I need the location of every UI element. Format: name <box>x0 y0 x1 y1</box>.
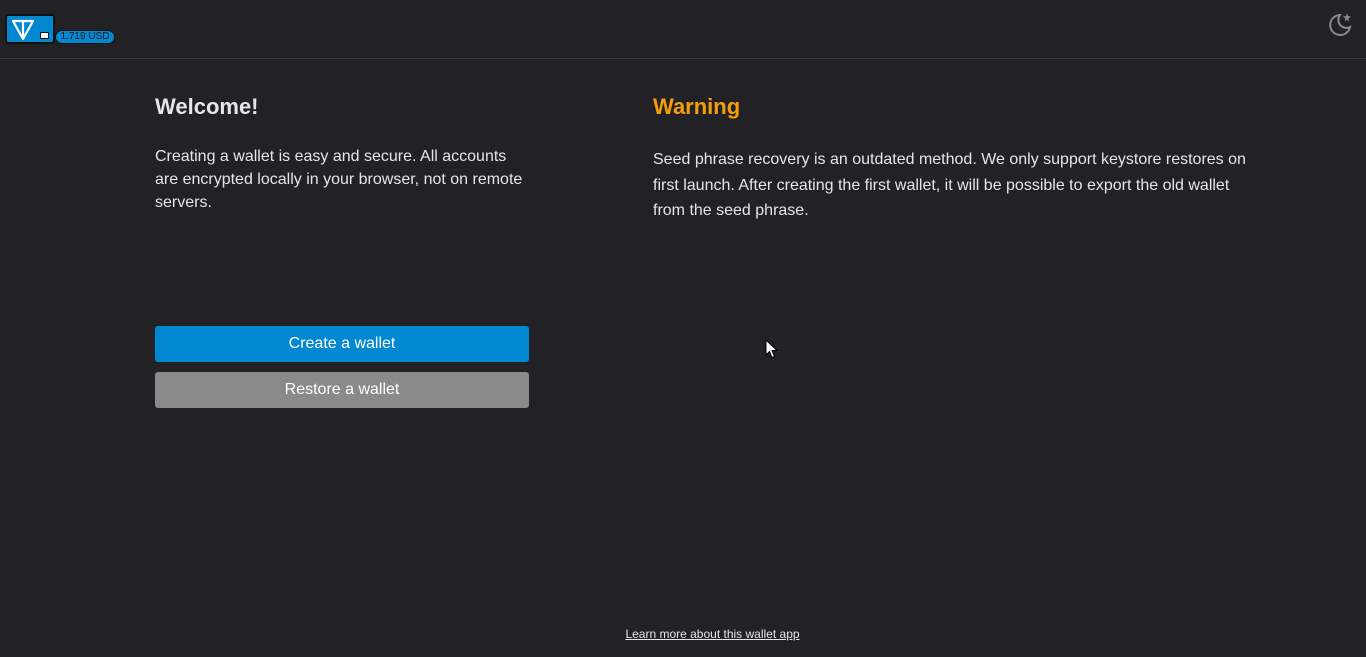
wallet-dot-icon <box>40 32 49 39</box>
warning-title: Warning <box>653 94 741 119</box>
welcome-section: Welcome! Creating a wallet is easy and s… <box>155 93 529 214</box>
theme-toggle-button[interactable] <box>1326 11 1354 39</box>
moon-star-icon <box>1329 13 1352 36</box>
warning-section: Warning Seed phrase recovery is an outda… <box>653 93 1253 224</box>
ton-logo-icon[interactable] <box>5 14 55 44</box>
warning-text: Seed phrase recovery is an outdated meth… <box>653 151 1246 219</box>
mouse-cursor-icon <box>765 338 779 364</box>
price-badge: 1.719 USD <box>55 30 115 44</box>
ton-diamond-icon <box>11 19 35 41</box>
welcome-text: Creating a wallet is easy and secure. Al… <box>155 148 523 211</box>
welcome-title: Welcome! <box>155 94 259 119</box>
learn-more-link[interactable]: Learn more about this wallet app <box>0 627 1366 641</box>
restore-wallet-button[interactable]: Restore a wallet <box>155 372 529 408</box>
top-bar: 1.719 USD <box>0 0 1366 59</box>
create-wallet-button[interactable]: Create a wallet <box>155 326 529 362</box>
